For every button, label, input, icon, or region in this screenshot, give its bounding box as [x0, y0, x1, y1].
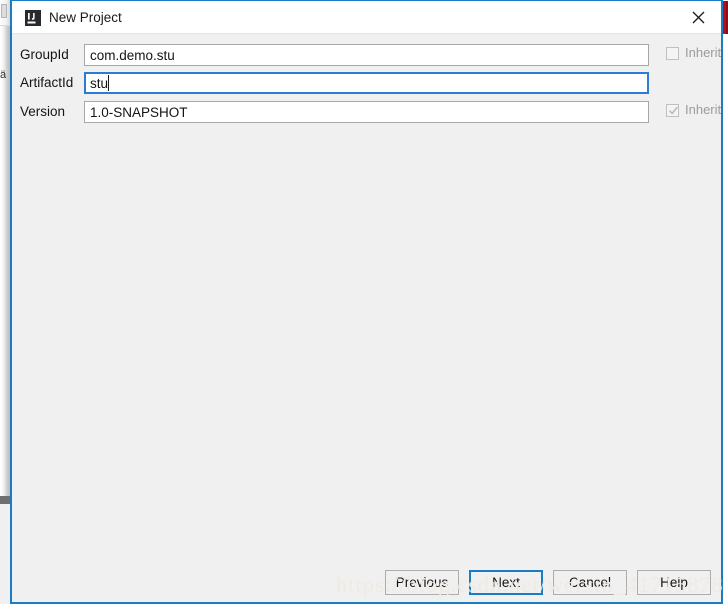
groupid-input[interactable] [84, 44, 649, 66]
artifactid-label: ArtifactId [20, 75, 74, 90]
version-inherit-checkbox[interactable]: Inherit [666, 102, 721, 118]
version-input[interactable] [84, 101, 649, 123]
new-project-dialog: New Project GroupId Inherit ArtifactId [10, 0, 723, 604]
page-title: New Project [49, 10, 122, 25]
form-row-version: Version Inherit [12, 101, 721, 123]
background-window-titlebar [0, 0, 10, 26]
maven-coordinates-form: GroupId Inherit ArtifactId Version [12, 34, 721, 132]
screenshot-root: ä New Project GroupId com.demo.stu Inher… [0, 0, 728, 604]
dialog-titlebar: New Project [12, 1, 721, 34]
form-row-groupid: GroupId Inherit [12, 44, 721, 66]
background-window-tab [1, 4, 7, 18]
version-label: Version [20, 104, 66, 119]
version-inherit-label: Inherit [685, 102, 722, 117]
checkbox-checked-icon [666, 103, 679, 117]
text-cursor [108, 75, 109, 91]
cancel-button[interactable]: Cancel [553, 570, 627, 595]
form-row-artifactid: ArtifactId [12, 72, 721, 94]
background-parent-window: ä [0, 0, 10, 496]
checkbox-unchecked-icon [666, 46, 679, 60]
dialog-footer: Previous Next Cancel Help [12, 558, 721, 602]
previous-button[interactable]: Previous [385, 570, 459, 595]
background-window-text-sliver: ä [0, 69, 7, 81]
groupid-inherit-checkbox[interactable]: Inherit [666, 45, 721, 61]
groupid-inherit-label: Inherit [685, 45, 722, 60]
intellij-idea-icon [25, 10, 41, 26]
background-window-statusbar [0, 496, 10, 504]
artifactid-input[interactable] [84, 72, 649, 94]
groupid-label: GroupId [20, 47, 69, 62]
close-icon[interactable] [675, 1, 721, 33]
next-button[interactable]: Next [469, 570, 543, 595]
help-button[interactable]: Help [637, 570, 711, 595]
